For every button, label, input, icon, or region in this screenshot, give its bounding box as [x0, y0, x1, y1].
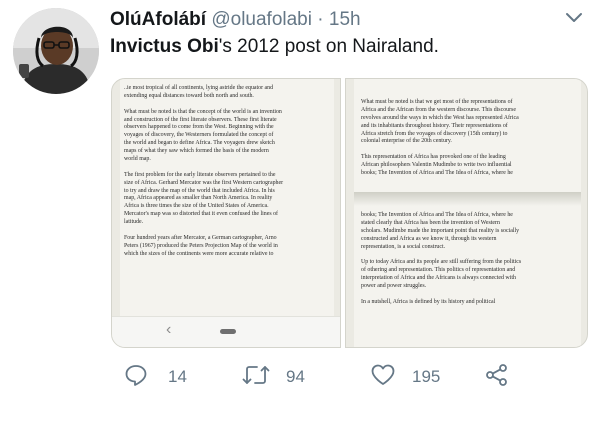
- page-line: the world and began to define Africa. Th…: [124, 140, 275, 147]
- page-line: and its inhabitants throughout history. …: [361, 122, 508, 129]
- reply-icon: [125, 365, 147, 386]
- retweet-button[interactable]: 94: [242, 360, 322, 390]
- header-separator: ·: [317, 9, 324, 30]
- chevron-down-icon[interactable]: [563, 10, 585, 26]
- share-icon: [486, 364, 507, 386]
- page-line: What must be noted is that we get most o…: [361, 99, 513, 105]
- page-line: revolves around the ways in which the We…: [361, 114, 519, 121]
- page-line: books; The Invention of Africa and The I…: [361, 212, 513, 218]
- page-line: [124, 164, 283, 172]
- page-line: size of Africa. Gerhard Mercator was the…: [124, 179, 284, 186]
- avatar-photo: [13, 8, 99, 94]
- page-line: Peters (1967) produced the Peters Projec…: [124, 242, 278, 249]
- page-line: power and power struggles.: [361, 283, 427, 290]
- reply-count: 14: [168, 367, 187, 386]
- page-line: representation, is a social construct.: [361, 243, 446, 250]
- share-button[interactable]: [484, 360, 514, 390]
- page-left-text: ..ie most tropical of all continents, ly…: [124, 85, 283, 259]
- book-page-right: What must be noted is that we get most o…: [354, 79, 581, 347]
- page-right-bottom-text: books; The Invention of Africa and The I…: [361, 212, 521, 307]
- phone-nav-bar: ‹: [112, 316, 340, 347]
- page-line: This representation of Africa has provok…: [361, 154, 506, 161]
- tweet-actions: 14 94 195: [124, 360, 584, 390]
- media-photo-right[interactable]: What must be noted is that we get most o…: [345, 78, 588, 348]
- page-line: latitude.: [124, 219, 144, 226]
- page-line: The first problem for the early literate…: [124, 171, 276, 178]
- page-line: world map.: [124, 156, 151, 163]
- tweet-timestamp[interactable]: 15h: [329, 9, 361, 30]
- page-line: maps of what they saw which formed the b…: [124, 148, 269, 155]
- page-line: of othering and representation. This pol…: [361, 267, 516, 274]
- page-line: interpretation of Africa and the African…: [361, 275, 516, 282]
- page-line: which the sizes of the continents were m…: [124, 250, 274, 257]
- media-photo-left[interactable]: ..ie most tropical of all continents, ly…: [111, 78, 341, 348]
- page-line: In a nutshell, Africa is defined by its …: [361, 298, 496, 305]
- page-line: stated clearly that Africa has been the …: [361, 219, 500, 226]
- tweet-text: Invictus Obi's 2012 post on Nairaland.: [110, 36, 439, 58]
- reply-button[interactable]: 14: [124, 360, 194, 390]
- page-line: [124, 227, 283, 235]
- page-line: colonial enterprise of the 20th century.: [361, 138, 452, 145]
- like-count: 195: [412, 367, 441, 386]
- page-line: ..ie most tropical of all continents, ly…: [124, 85, 274, 91]
- tweet-header: OlúAfolábí @oluafolabi · 15h: [110, 9, 361, 31]
- page-line: books; The Invention of Africa and The I…: [361, 170, 513, 177]
- author-name[interactable]: OlúAfolábí: [110, 9, 206, 30]
- phone-back-icon: ‹: [166, 321, 172, 338]
- phone-home-pill: [220, 329, 236, 334]
- book-page-left: ..ie most tropical of all continents, ly…: [120, 79, 334, 319]
- page-line: extending equal distances toward both no…: [124, 92, 254, 99]
- page-line: What must be noted is that the concept o…: [124, 108, 282, 115]
- page-line: constructed and Africa as we know it, th…: [361, 235, 497, 242]
- like-icon: [371, 364, 395, 385]
- like-button[interactable]: 195: [370, 360, 460, 390]
- avatar[interactable]: [13, 8, 99, 94]
- author-handle[interactable]: @oluafolabi: [211, 9, 312, 30]
- page-line: [124, 101, 283, 109]
- screenshot-seam: [354, 192, 581, 206]
- page-right-top-text: What must be noted is that we get most o…: [361, 99, 519, 178]
- page-line: Four hundred years after Mercator, a Ger…: [124, 234, 277, 241]
- page-line: [361, 291, 521, 299]
- page-line: Mercator's map was so distorted that it …: [124, 211, 279, 218]
- page-line: African philosophers Valentin Mudimbe to…: [361, 162, 512, 169]
- page-line: Africa and the African from the western …: [361, 106, 516, 113]
- page-line: scholars. Mudimbe made the important poi…: [361, 227, 520, 234]
- retweet-icon: [242, 366, 270, 384]
- tweet-text-bold: Invictus Obi: [110, 36, 219, 57]
- retweet-count: 94: [286, 367, 305, 386]
- tweet-text-rest: 's 2012 post on Nairaland.: [218, 36, 439, 57]
- tweet-media: ..ie most tropical of all continents, ly…: [111, 78, 588, 348]
